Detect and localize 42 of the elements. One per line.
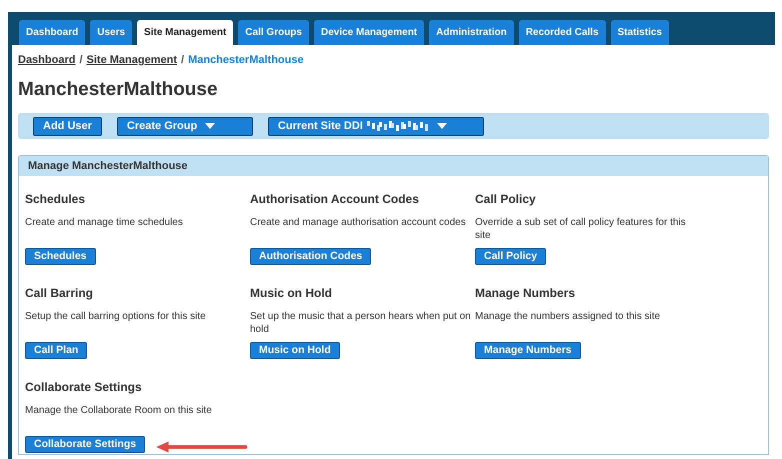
section-heading: Manage Numbers bbox=[475, 285, 576, 300]
nav-tab[interactable]: Dashboard bbox=[19, 20, 86, 45]
section-heading: Call Barring bbox=[25, 285, 94, 300]
section-button[interactable]: Call Policy bbox=[475, 248, 546, 265]
section-description: Manage the Collaborate Room on this site bbox=[25, 404, 213, 418]
section-description: Setup the call barring options for this site bbox=[25, 310, 207, 324]
panel-header: Manage ManchesterMalthouse bbox=[19, 156, 768, 176]
section-description: Set up the music that a person hears when put on hold bbox=[250, 310, 472, 337]
section-heading: Call Policy bbox=[475, 191, 537, 206]
section-heading: Collaborate Settings bbox=[25, 379, 143, 394]
breadcrumb-separator: / bbox=[79, 52, 83, 68]
section-heading: Authorisation Account Codes bbox=[250, 191, 420, 206]
toolbar-button[interactable]: Current Site DDI bbox=[268, 116, 484, 136]
nav-tab[interactable]: Call Groups bbox=[238, 20, 309, 45]
nav-tab[interactable]: Site Management bbox=[137, 20, 234, 45]
nav-tab[interactable]: Administration bbox=[429, 20, 514, 45]
toolbar-button[interactable]: Add User bbox=[33, 116, 102, 136]
section-button[interactable]: Collaborate Settings bbox=[25, 436, 146, 453]
breadcrumb-link[interactable]: Site Management bbox=[86, 52, 177, 68]
caret-icon bbox=[205, 123, 216, 129]
breadcrumb-separator: / bbox=[181, 52, 184, 68]
caret-icon bbox=[436, 123, 447, 129]
nav-tab[interactable]: Statistics bbox=[610, 20, 669, 45]
section-heading: Music on Hold bbox=[250, 285, 333, 300]
breadcrumb-link[interactable]: ManchesterMalthouse bbox=[188, 52, 304, 68]
section-description: Create and manage time schedules bbox=[25, 216, 184, 230]
section-description: Manage the numbers assigned to this site bbox=[475, 310, 662, 324]
section-button[interactable]: Call Plan bbox=[25, 342, 88, 359]
nav-tab[interactable]: Users bbox=[90, 20, 132, 45]
page-title: ManchesterMalthouse bbox=[18, 78, 219, 102]
nav-tab[interactable]: Recorded Calls bbox=[518, 20, 606, 45]
nav-tab[interactable]: Device Management bbox=[314, 20, 424, 45]
section-button[interactable]: Schedules bbox=[25, 248, 96, 265]
section-button[interactable]: Authorisation Codes bbox=[250, 248, 372, 265]
redacted-number-drawing bbox=[366, 121, 429, 131]
section-heading: Schedules bbox=[25, 191, 86, 206]
section-description: Override a sub set of call policy features for this site bbox=[475, 216, 687, 243]
section-button[interactable]: Manage Numbers bbox=[475, 342, 581, 359]
section-description: Create and manage authorisation account codes bbox=[250, 216, 467, 230]
breadcrumb-link[interactable]: Dashboard bbox=[18, 52, 76, 68]
section-button[interactable]: Music on Hold bbox=[250, 342, 340, 359]
toolbar-button[interactable]: Create Group bbox=[116, 116, 253, 136]
